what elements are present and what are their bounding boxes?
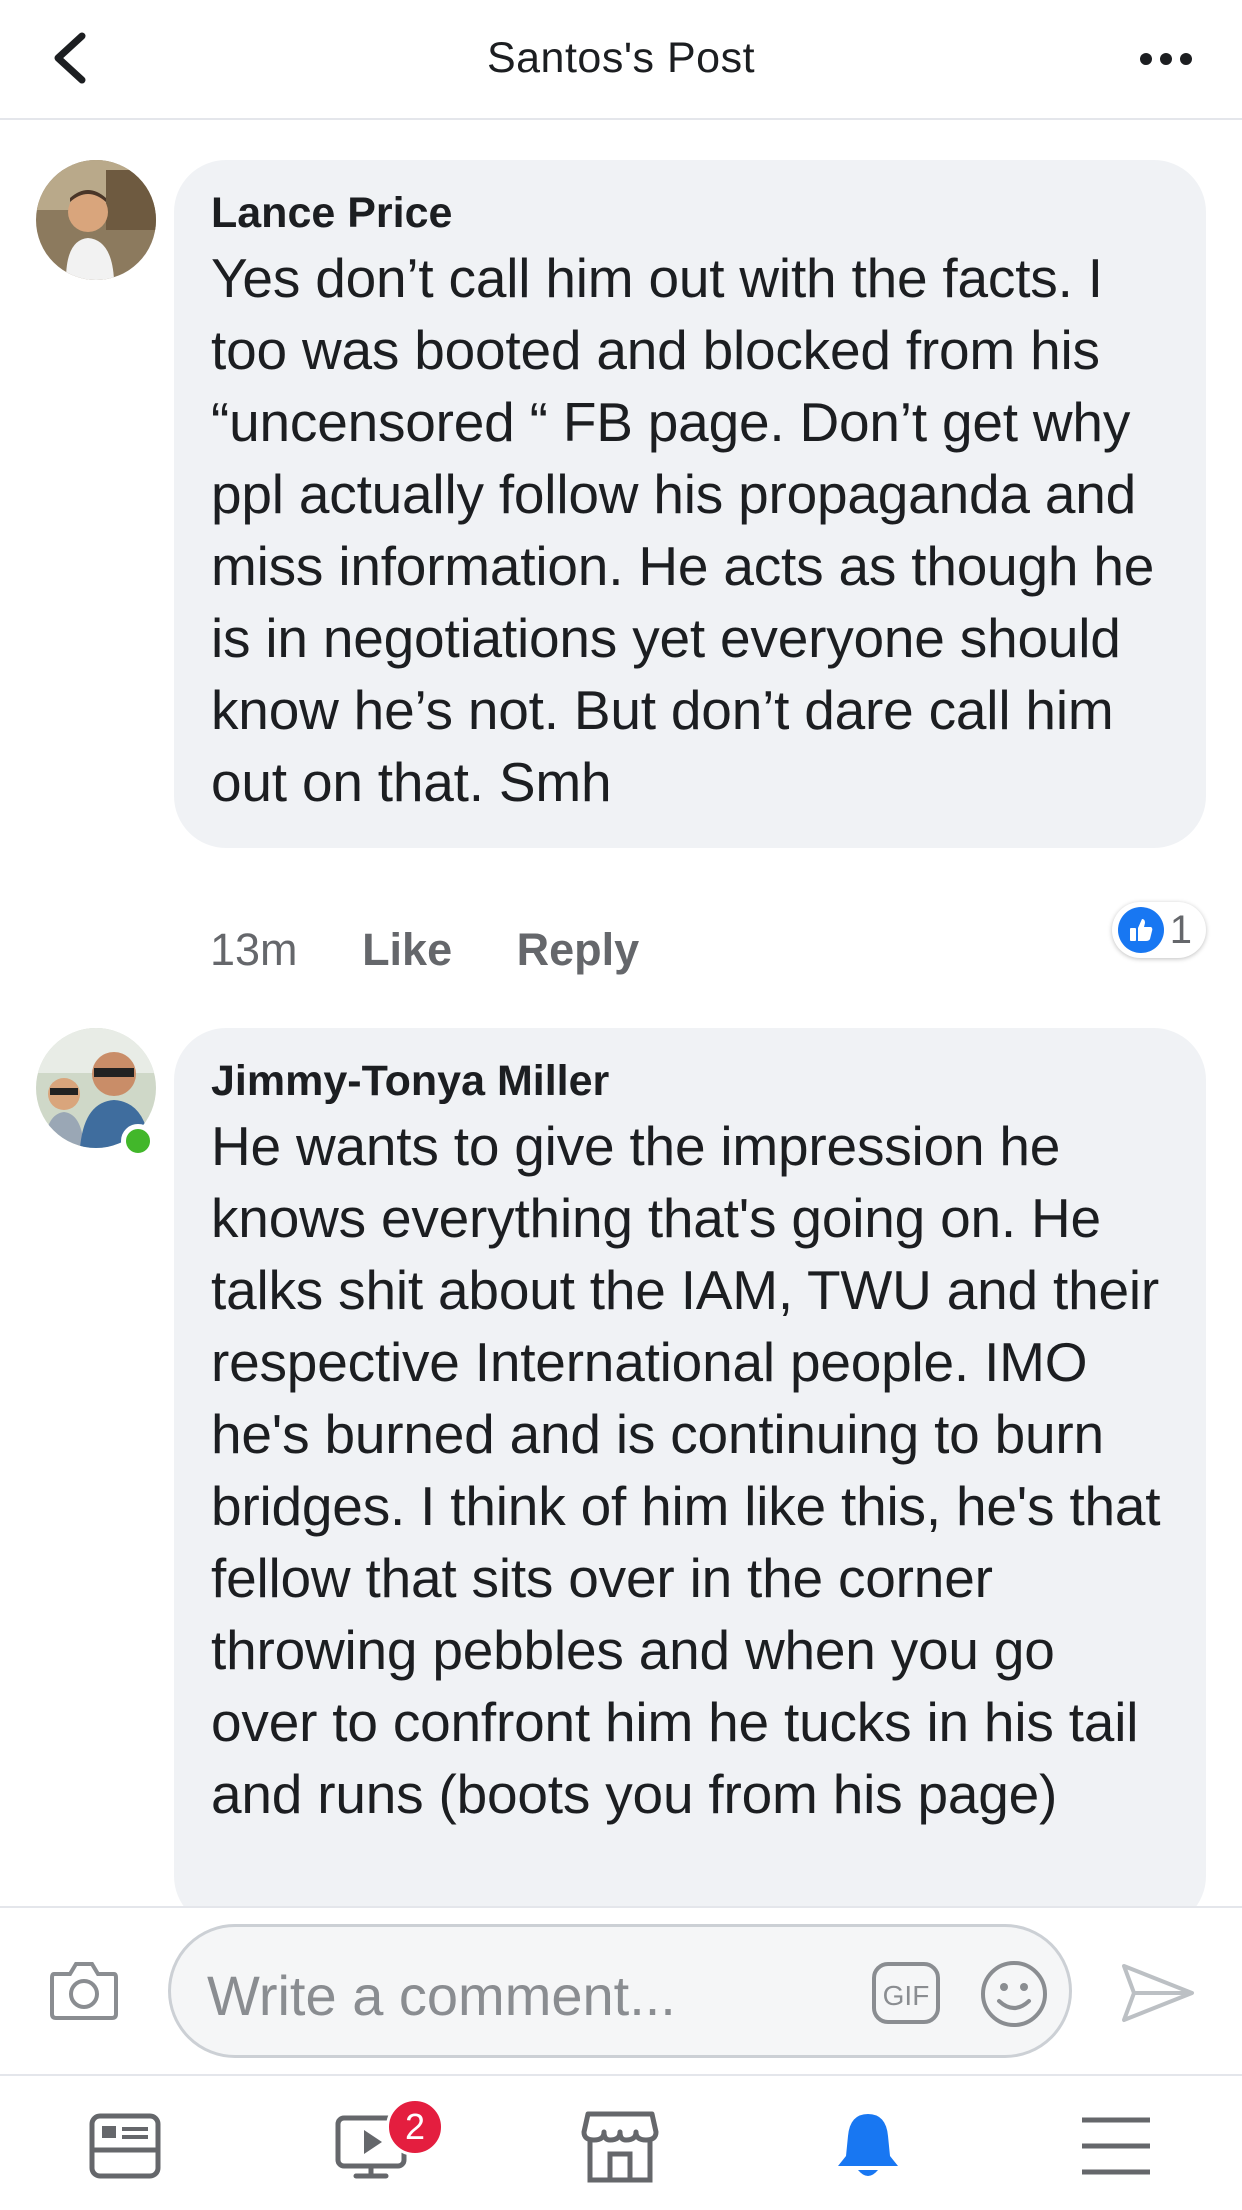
top-bar: Santos's Post (0, 0, 1242, 120)
comment-bubble[interactable]: Lance Price Yes don’t call him out with … (174, 160, 1206, 848)
marketplace-icon[interactable] (580, 2106, 660, 2186)
reaction-summary[interactable]: 1 (1111, 902, 1206, 958)
reaction-count: 1 (1169, 907, 1192, 952)
comment-input-placeholder: Write a comment... (207, 1964, 676, 2027)
comment-composer: Write a comment... GIF (0, 1906, 1242, 2076)
online-status-indicator (121, 1124, 155, 1158)
reply-button[interactable]: Reply (517, 924, 640, 976)
gif-label: GIF (883, 1980, 930, 2011)
like-reaction-icon (1117, 907, 1164, 953)
comment-author[interactable]: Jimmy-Tonya Miller (211, 1054, 1170, 1108)
comment-bubble[interactable]: Jimmy-Tonya Miller He wants to give the … (174, 1028, 1206, 1906)
comment-input[interactable]: Write a comment... GIF (168, 1924, 1072, 2058)
menu-icon[interactable] (1076, 2106, 1156, 2186)
avatar[interactable] (36, 160, 156, 280)
comment-timestamp: 13m (210, 924, 298, 975)
more-options-icon[interactable] (1138, 36, 1194, 82)
emoji-icon[interactable] (979, 1959, 1049, 2029)
like-button[interactable]: Like (362, 924, 452, 976)
send-icon[interactable] (1120, 1960, 1196, 2026)
camera-icon[interactable] (48, 1958, 120, 2022)
news-feed-icon[interactable] (86, 2106, 166, 2186)
comment-text: Yes don’t call him out with the facts. I… (211, 247, 1155, 813)
notifications-bell-icon[interactable] (828, 2106, 908, 2186)
comment-author[interactable]: Lance Price (211, 186, 1170, 240)
notification-badge: 2 (386, 2098, 444, 2156)
gif-icon[interactable]: GIF (871, 1961, 941, 2025)
comment-actions: 13m Like Reply (210, 924, 691, 976)
comment-text: He wants to give the impression he knows… (211, 1115, 1161, 1825)
page-title: Santos's Post (486, 34, 756, 82)
bottom-tab-bar: 2 (0, 2074, 1242, 2210)
comments-list: Lance Price Yes don’t call him out with … (0, 120, 1242, 1906)
